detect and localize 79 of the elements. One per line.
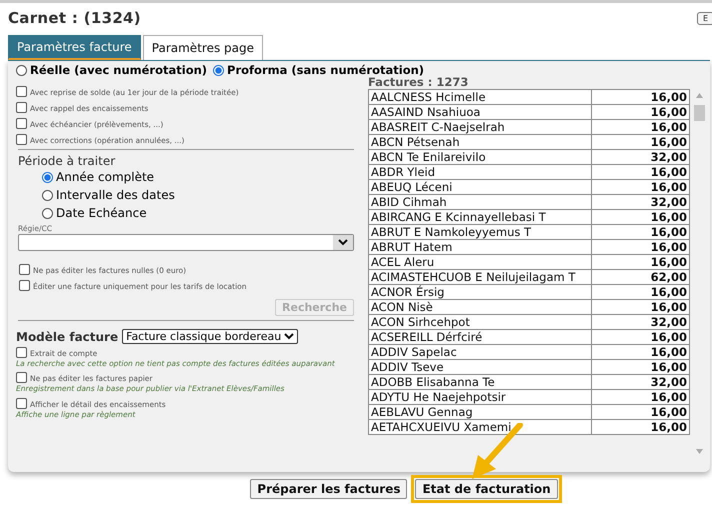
- chevron-down-icon: [338, 239, 348, 246]
- tab[interactable]: Paramètres facture: [8, 35, 141, 60]
- table-cell: ABDR Yleid: [368, 164, 592, 180]
- radio-button[interactable]: [213, 64, 224, 76]
- page-title: Carnet : (1324): [8, 9, 141, 27]
- chevron-down-icon: [284, 333, 294, 340]
- table-cell: ABEUQ Léceni: [368, 180, 592, 194]
- radio-label: Année complète: [56, 170, 154, 184]
- table-cell: 32,00: [592, 194, 690, 210]
- table-cell: 16,00: [592, 240, 690, 254]
- table-cell: ABRUT E Namkoleyyemus T: [368, 224, 592, 240]
- table-cell: AEBLAVU Gennag: [368, 404, 592, 420]
- field-label: Modèle facture: [16, 330, 118, 344]
- radio-button[interactable]: [42, 190, 53, 200]
- table-cell: 16,00: [592, 210, 690, 224]
- table-cell: 16,00: [592, 254, 690, 270]
- checkbox[interactable]: [19, 264, 30, 275]
- table-cell: 16,00: [592, 344, 690, 360]
- table-cell: ACNOR Érsig: [368, 284, 592, 300]
- table-cell: 16,00: [592, 180, 690, 194]
- checkbox[interactable]: [16, 134, 27, 145]
- table-cell: 62,00: [592, 270, 690, 284]
- table-cell: 16,00: [592, 330, 690, 344]
- section-title: Période à traiter: [18, 154, 116, 168]
- table-cell: 16,00: [592, 360, 690, 374]
- table-cell: ABIRCANG E Kcinnayellebasi T: [368, 210, 592, 224]
- table-cell: ADDIV Tseve: [368, 360, 592, 374]
- tab[interactable]: Paramètres page: [142, 35, 263, 60]
- table-cell: AETAHCXUEIVU Xamemi: [368, 420, 592, 434]
- radio-label: Date Echéance: [56, 206, 147, 220]
- table-cell: AALCNESS Hcimelle: [368, 90, 592, 104]
- radio-button[interactable]: [42, 208, 53, 218]
- table-cell: 32,00: [592, 374, 690, 390]
- table-cell: 16,00: [592, 404, 690, 420]
- radio-label: Réelle (avec numérotation): [30, 63, 208, 77]
- checkbox[interactable]: [16, 398, 27, 409]
- table-cell: ADOBB Elisabanna Te: [368, 374, 592, 390]
- prepare-button[interactable]: Préparer les factures: [250, 479, 408, 499]
- table-cell: 16,00: [592, 390, 690, 404]
- table-cell: ADYTU He Naejehpotsir: [368, 390, 592, 404]
- checkbox[interactable]: [16, 86, 27, 97]
- select-field[interactable]: [18, 234, 354, 251]
- radio-label: Proforma (sans numérotation): [227, 63, 424, 77]
- table-cell: ACSEREILL Dérfciré: [368, 330, 592, 344]
- table-cell: ADDIV Sapelac: [368, 344, 592, 360]
- checkbox[interactable]: [16, 118, 27, 129]
- table-cell: ABRUT Hatem: [368, 240, 592, 254]
- table-cell: ACIMASTEHCUOB E Neilujeilagam T: [368, 270, 592, 284]
- table-cell: 16,00: [592, 90, 690, 104]
- checkbox[interactable]: [16, 347, 27, 358]
- table-cell: 16,00: [592, 120, 690, 134]
- checkbox[interactable]: [16, 372, 27, 384]
- table-cell: AASAIND Nsahiuoa: [368, 104, 592, 120]
- table-cell: 16,00: [592, 300, 690, 314]
- table-cell: 16,00: [592, 134, 690, 150]
- table-cell: 16,00: [592, 420, 690, 434]
- report-button[interactable]: Etat de facturation: [415, 479, 558, 499]
- select-field[interactable]: Facture classique bordereau: [122, 329, 298, 344]
- table-cell: ABCN Pétsenah: [368, 134, 592, 150]
- radio-label: Intervalle des dates: [56, 188, 175, 202]
- scrollbar-thumb[interactable]: [694, 105, 705, 121]
- table-cell: 16,00: [592, 284, 690, 300]
- table-cell: 16,00: [592, 104, 690, 120]
- table-cell: 16,00: [592, 224, 690, 240]
- table-cell: ACEL Aleru: [368, 254, 592, 270]
- checkbox[interactable]: [19, 280, 30, 291]
- table-cell: ACON Nisè: [368, 300, 592, 314]
- radio-button[interactable]: [16, 64, 27, 76]
- toolbar-button[interactable]: E: [696, 12, 712, 24]
- table-cell: ABCN Te Enilareivilo: [368, 150, 592, 164]
- table-cell: 32,00: [592, 314, 690, 330]
- table-cell: ABID Cihmah: [368, 194, 592, 210]
- radio-button[interactable]: [42, 172, 53, 182]
- checkbox[interactable]: [16, 102, 27, 113]
- list-title: Factures : 1273: [368, 75, 470, 89]
- table-cell: 32,00: [592, 150, 690, 164]
- table-cell: ABASREIT C-Naejselrah: [368, 120, 592, 134]
- table-cell: 16,00: [592, 164, 690, 180]
- table-cell: ACON Sirhcehpot: [368, 314, 592, 330]
